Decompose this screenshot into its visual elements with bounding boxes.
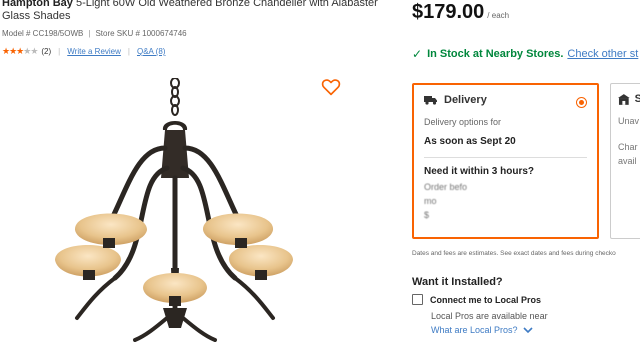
model-number: Model # CC198/5OWB [2, 29, 84, 38]
check-icon: ✓ [412, 47, 423, 61]
delivery-options-label: Delivery options for [424, 117, 502, 127]
local-pros-availability: Local Pros are available near [431, 311, 548, 321]
connect-local-pros-row[interactable]: Connect me to Local Pros [412, 294, 541, 305]
pickup-title: S [635, 93, 640, 105]
product-brand[interactable]: Hampton Bay [2, 0, 73, 9]
pickup-status: Unav [618, 116, 640, 126]
product-image[interactable] [55, 78, 315, 342]
product-title: Hampton Bay 5-Light 60W Old Weathered Br… [2, 0, 398, 23]
delivery-option-card[interactable]: Delivery Delivery options for As soon as… [412, 83, 599, 239]
need-it-fast-title: Need it within 3 hours? [424, 166, 535, 177]
connect-local-pros-label[interactable]: Connect me to Local Pros [430, 295, 541, 305]
product-media-column: Hampton Bay 5-Light 60W Old Weathered Br… [0, 0, 398, 342]
delivery-radio[interactable] [576, 97, 587, 108]
price: $179.00/ each [412, 1, 509, 24]
truck-icon [424, 96, 437, 105]
store-icon [618, 93, 630, 105]
pickup-detail-line: avail [618, 156, 637, 166]
delivery-header: Delivery [424, 94, 587, 106]
chevron-down-icon[interactable] [522, 326, 533, 334]
price-unit: / each [487, 11, 510, 20]
check-other-stores-link[interactable]: Check other st [567, 48, 638, 60]
pickup-header: S [618, 93, 640, 105]
need-it-fast-line: $ [424, 210, 430, 220]
stock-status: ✓ In Stock at Nearby Stores. Check other… [412, 47, 638, 61]
install-title: Want it Installed? [412, 276, 503, 288]
delivery-date: As soon as Sept 20 [424, 136, 587, 158]
heart-icon[interactable] [321, 78, 341, 96]
product-meta: Model # CC198/5OWB | Store SKU # 100067474… [2, 29, 187, 38]
qa-link[interactable]: Q&A (8) [137, 47, 165, 56]
review-count[interactable]: (2) [41, 47, 51, 56]
need-it-fast-details: Order befo mo $ [424, 180, 587, 222]
price-amount: $179.00 [412, 1, 485, 23]
fees-note: Dates and fees are estimates. See exact … [412, 250, 616, 257]
what-are-local-pros-label[interactable]: What are Local Pros? [431, 325, 518, 335]
divider: | [127, 47, 130, 56]
pickup-detail-line: Char [618, 142, 638, 152]
what-are-local-pros-link[interactable]: What are Local Pros? [431, 325, 533, 335]
divider: | [58, 47, 61, 56]
buybox-column: $179.00/ each ✓ In Stock at Nearby Store… [398, 0, 640, 342]
pickup-option-card[interactable]: S Unav Char avail [610, 83, 640, 239]
star-icon: ★ [30, 46, 38, 56]
write-review-link[interactable]: Write a Review [67, 47, 121, 56]
divider: | [88, 29, 91, 38]
need-it-fast-line: Order befo [424, 182, 468, 192]
delivery-title: Delivery [444, 94, 487, 106]
need-it-fast-line: mo [424, 196, 437, 206]
pickup-details: Char avail [618, 140, 640, 168]
rating-row: ★★★★★ (2) | Write a Review | Q&A (8) [2, 46, 165, 57]
stock-status-text: In Stock at Nearby Stores. [427, 48, 564, 60]
rating-stars[interactable]: ★★★★★ [2, 46, 38, 57]
connect-local-pros-checkbox[interactable] [412, 294, 423, 305]
store-sku: Store SKU # 1000674746 [95, 29, 187, 38]
